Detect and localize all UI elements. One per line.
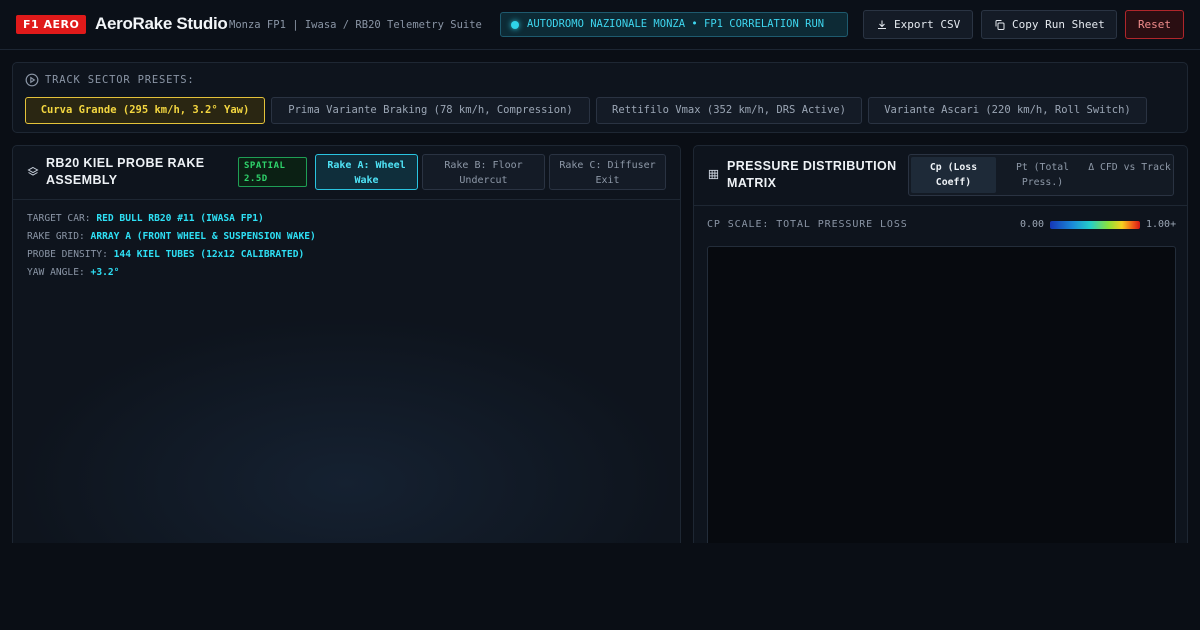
grid-icon — [708, 169, 719, 180]
download-icon — [878, 20, 886, 29]
info-key: PROBE DENSITY: — [27, 249, 108, 260]
mode-cp-loss[interactable]: Cp (Loss Coeff) — [911, 157, 996, 193]
tab-rake-c[interactable]: Rake C: Diffuser Exit — [549, 154, 666, 190]
play-circle-icon — [25, 73, 39, 87]
info-key: YAW ANGLE: — [27, 267, 85, 278]
session-status: AUTODROMO NAZIONALE MONZA • FP1 CORRELAT… — [500, 12, 848, 37]
reset-button[interactable]: Reset — [1125, 10, 1184, 39]
session-label: AUTODROMO NAZIONALE MONZA • FP1 CORRELAT… — [527, 18, 825, 30]
presets-label: TRACK SECTOR PRESETS: — [25, 73, 195, 87]
cp-scale-min: 0.00 — [1020, 219, 1045, 230]
brand-badge: F1 AERO — [16, 15, 87, 34]
info-value: ARRAY A (FRONT WHEEL & SUSPENSION WAKE) — [90, 231, 316, 242]
export-csv-button[interactable]: Export CSV — [863, 10, 973, 39]
track-sector-presets: TRACK SECTOR PRESETS: Curva Grande (295 … — [12, 62, 1188, 133]
info-row-target-car: TARGET CAR: RED BULL RB20 #11 (IWASA FP1… — [27, 210, 316, 228]
info-key: TARGET CAR: — [27, 213, 91, 224]
layers-icon — [27, 166, 39, 176]
tab-rake-b[interactable]: Rake B: Floor Undercut — [422, 154, 545, 190]
mode-delta-cfd[interactable]: Δ CFD vs Track — [1088, 157, 1171, 193]
matrix-mode-selector: Cp (Loss Coeff) Pt (Total Press.) Δ CFD … — [908, 154, 1174, 196]
pressure-matrix-canvas[interactable] — [707, 246, 1176, 543]
preset-variante-ascari[interactable]: Variante Ascari (220 km/h, Roll Switch) — [868, 97, 1147, 124]
app-header: F1 AERO AeroRake Studio Monza FP1 | Iwas… — [0, 0, 1200, 50]
info-key: RAKE GRID: — [27, 231, 85, 242]
info-row-rake-grid: RAKE GRID: ARRAY A (FRONT WHEEL & SUSPEN… — [27, 228, 316, 246]
app-subtitle: Monza FP1 | Iwasa / RB20 Telemetry Suite — [229, 19, 482, 31]
copy-run-sheet-button[interactable]: Copy Run Sheet — [981, 10, 1117, 39]
preset-prima-variante[interactable]: Prima Variante Braking (78 km/h, Compres… — [271, 97, 590, 124]
info-value: RED BULL RB20 #11 (IWASA FP1) — [96, 213, 264, 224]
copy-icon — [995, 20, 1005, 30]
matrix-panel-header: PRESSURE DISTRIBUTION MATRIX Cp (Loss Co… — [694, 146, 1187, 206]
rake-panel-title: RB20 KIEL PROBE RAKE ASSEMBLY — [46, 156, 205, 187]
preset-rettifilo-vmax[interactable]: Rettifilo Vmax (352 km/h, DRS Active) — [596, 97, 862, 124]
rake-assembly-panel: RB20 KIEL PROBE RAKE ASSEMBLY SPATIAL 2.… — [12, 145, 681, 543]
mode-pt-total[interactable]: Pt (Total Press.) — [999, 157, 1086, 193]
info-value: 144 KIEL TUBES (12x12 CALIBRATED) — [113, 249, 305, 260]
info-row-yaw-angle: YAW ANGLE: +3.2° — [27, 264, 316, 282]
preset-curva-grande[interactable]: Curva Grande (295 km/h, 3.2° Yaw) — [25, 97, 265, 124]
cp-color-scale — [1050, 221, 1140, 229]
rake-info: TARGET CAR: RED BULL RB20 #11 (IWASA FP1… — [27, 210, 316, 282]
copy-run-sheet-label: Copy Run Sheet — [1012, 18, 1105, 31]
cp-scale-label: CP SCALE: TOTAL PRESSURE LOSS — [707, 219, 908, 230]
matrix-panel-title: PRESSURE DISTRIBUTION MATRIX — [727, 159, 897, 190]
tab-rake-a[interactable]: Rake A: Wheel Wake — [315, 154, 418, 190]
presets-label-text: TRACK SECTOR PRESETS: — [45, 74, 195, 86]
spatial-badge: SPATIAL 2.5D — [238, 157, 307, 187]
info-row-probe-density: PROBE DENSITY: 144 KIEL TUBES (12x12 CAL… — [27, 246, 316, 264]
info-value: +3.2° — [90, 267, 120, 278]
status-dot-icon — [511, 21, 519, 29]
cp-scale-max: 1.00+ — [1146, 219, 1177, 230]
pressure-matrix-panel: PRESSURE DISTRIBUTION MATRIX Cp (Loss Co… — [693, 145, 1188, 543]
rake-panel-header: RB20 KIEL PROBE RAKE ASSEMBLY SPATIAL 2.… — [13, 146, 680, 200]
app-title: AeroRake Studio — [95, 14, 228, 33]
export-csv-label: Export CSV — [894, 18, 961, 31]
